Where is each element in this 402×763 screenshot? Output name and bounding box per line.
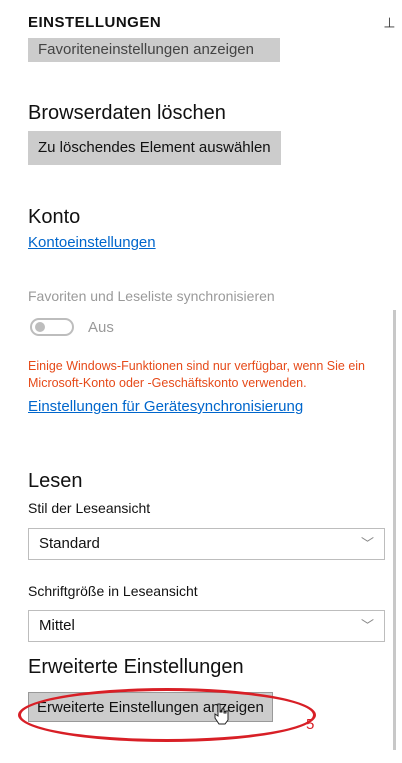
panel-title: EINSTELLUNGEN	[28, 14, 162, 31]
account-settings-link[interactable]: Kontoeinstellungen	[28, 234, 156, 251]
font-size-label: Schriftgröße in Leseansicht	[28, 583, 198, 599]
reading-style-select[interactable]: Standard ﹀	[28, 528, 385, 560]
font-size-select[interactable]: Mittel ﹀	[28, 610, 385, 642]
font-size-value: Mittel	[39, 617, 75, 634]
browser-data-title: Browserdaten löschen	[28, 102, 226, 124]
sync-toggle[interactable]	[30, 318, 74, 336]
device-sync-link[interactable]: Einstellungen für Gerätesynchronisierung	[28, 398, 303, 415]
favorites-settings-button[interactable]: Favoriteneinstellungen anzeigen	[28, 38, 280, 62]
sync-toggle-state: Aus	[88, 319, 114, 336]
sync-label: Favoriten und Leseliste synchronisieren	[28, 288, 275, 304]
advanced-title: Erweiterte Einstellungen	[28, 656, 244, 678]
hand-cursor-icon	[214, 703, 229, 725]
chevron-down-icon: ﹀	[360, 618, 374, 633]
toggle-knob	[35, 322, 45, 332]
scrollbar[interactable]	[393, 310, 396, 750]
settings-panel: EINSTELLUNGEN ⊣ Favoriteneinstellungen a…	[0, 0, 402, 763]
choose-clear-button[interactable]: Zu löschendes Element auswählen	[28, 131, 281, 165]
sync-warning: Einige Windows-Funktionen sind nur verfü…	[28, 359, 365, 390]
reading-style-value: Standard	[39, 535, 100, 552]
annotation-number: 5	[306, 716, 315, 733]
highlight-ellipse	[18, 688, 316, 742]
reading-title: Lesen	[28, 470, 83, 492]
chevron-down-icon: ﹀	[360, 536, 374, 551]
account-title: Konto	[28, 206, 81, 228]
reading-style-label: Stil der Leseansicht	[28, 500, 151, 516]
pin-icon[interactable]: ⊣	[381, 16, 398, 28]
